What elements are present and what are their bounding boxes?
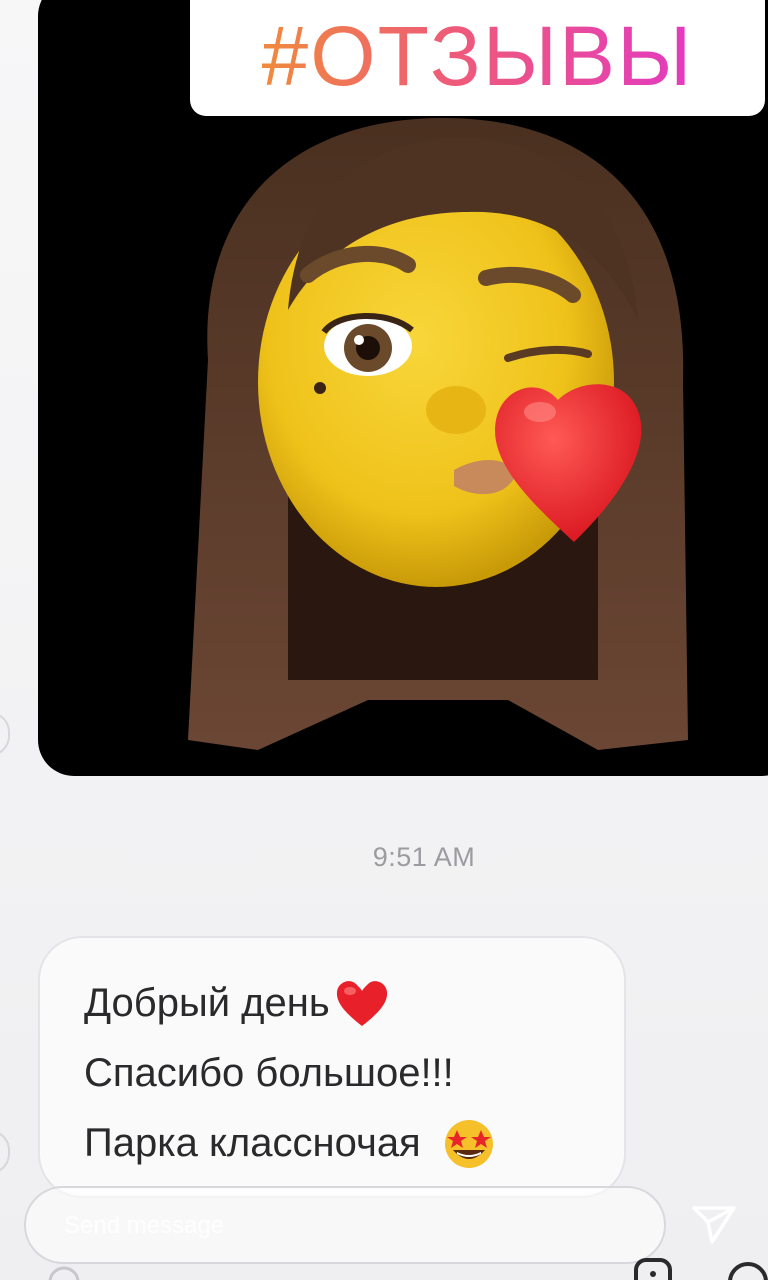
message-line: Спасибо большое!!! <box>84 1038 624 1108</box>
message-line: Добрый день <box>84 968 624 1038</box>
left-edge-avatar-fragment <box>0 1130 10 1174</box>
received-message-bubble[interactable]: Добрый день Спасибо большое!!! Парка кла… <box>38 936 626 1198</box>
star-struck-emoji <box>444 1120 493 1168</box>
bottom-toolbar-fragment <box>48 1258 768 1280</box>
image-message[interactable] <box>38 0 768 776</box>
message-timestamp: 9:51 AM <box>372 842 476 872</box>
message-line: Парка классночая <box>84 1108 624 1178</box>
message-line-text: Спасибо большое!!! <box>84 1051 454 1095</box>
paper-plane-icon[interactable] <box>688 1198 740 1250</box>
hashtag-sticker: #ОТЗЫВЫ <box>190 0 765 116</box>
hashtag-text: #ОТЗЫВЫ <box>261 9 694 103</box>
red-heart-emoji <box>336 981 387 1026</box>
left-edge-avatar-fragment <box>0 712 10 756</box>
story-screen: #ОТЗЫВЫ 9:51 AM Добрый день Спасибо боль… <box>0 0 768 1280</box>
message-line-text: Парка классночая <box>84 1121 421 1165</box>
message-line-text: Добрый день <box>84 981 330 1025</box>
memoji-sticker <box>188 117 688 750</box>
